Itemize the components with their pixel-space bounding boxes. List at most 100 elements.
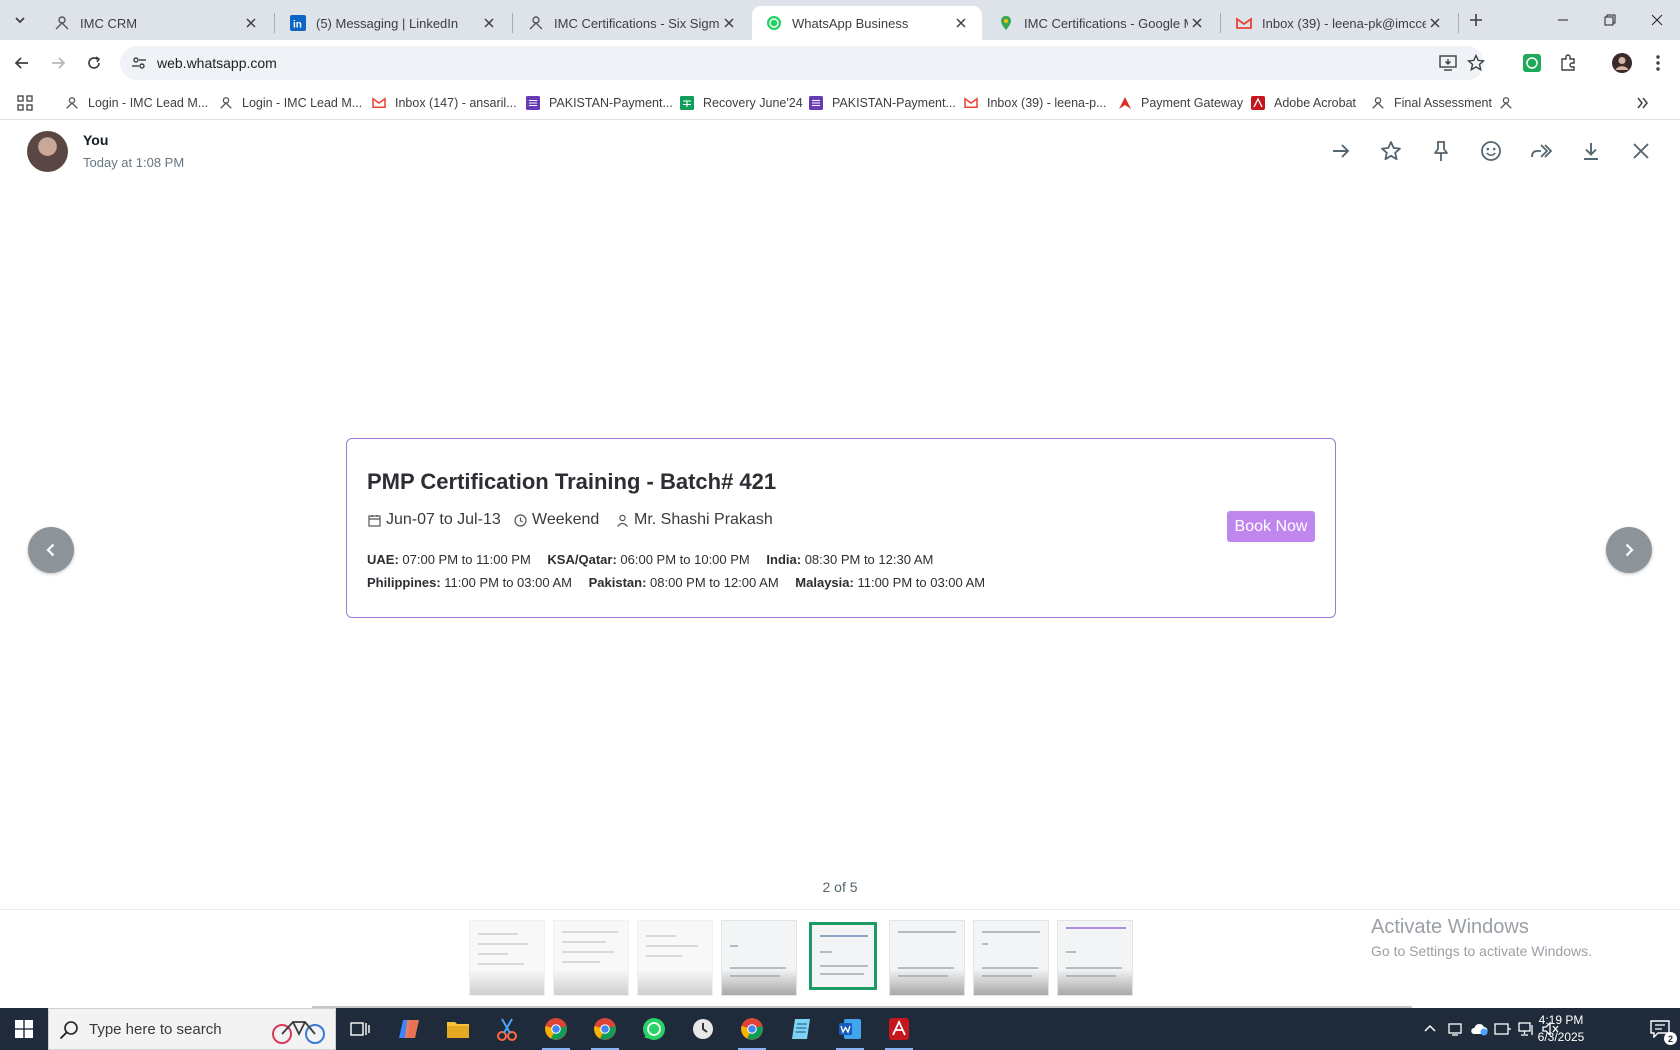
media-thumbnail[interactable] bbox=[721, 920, 797, 996]
copilot-icon[interactable] bbox=[385, 1008, 433, 1050]
bookmark-label: PAKISTAN-Payment... bbox=[832, 96, 956, 110]
bookmark-inbox-39[interactable]: Inbox (39) - leena-p... bbox=[963, 94, 1107, 112]
apps-grid-icon[interactable] bbox=[17, 94, 33, 112]
close-tab-icon[interactable] bbox=[242, 14, 260, 32]
tray-device-icon[interactable] bbox=[1445, 1019, 1465, 1039]
bookmark-label: Adobe Acrobat bbox=[1274, 96, 1357, 110]
onedrive-cloud-icon[interactable] bbox=[1469, 1019, 1489, 1039]
tray-network-status-icon[interactable] bbox=[1493, 1019, 1513, 1039]
media-thumbnail[interactable] bbox=[553, 920, 629, 996]
sender-avatar[interactable] bbox=[27, 131, 68, 172]
bookmark-label: Login - IMC Lead M... bbox=[88, 96, 209, 110]
bookmark-recovery-june[interactable]: Recovery June'24 bbox=[679, 94, 803, 112]
reload-icon[interactable] bbox=[78, 47, 110, 79]
address-bar[interactable]: web.whatsapp.com bbox=[120, 46, 1486, 80]
bicycle-icon bbox=[269, 1015, 329, 1045]
bookmark-star-icon[interactable] bbox=[1466, 53, 1486, 73]
install-app-icon[interactable] bbox=[1438, 53, 1458, 73]
previous-media-chevron-icon[interactable] bbox=[28, 527, 74, 573]
forward-message-icon[interactable] bbox=[1528, 138, 1554, 164]
bookmark-pakistan-payment-1[interactable]: PAKISTAN-Payment... bbox=[525, 94, 673, 112]
minimize-window-icon[interactable] bbox=[1540, 0, 1586, 40]
browser-menu-kebab-icon[interactable] bbox=[1646, 51, 1670, 75]
profile-avatar-icon[interactable] bbox=[1610, 51, 1634, 75]
taskbar-clock[interactable]: 4:19 PM 6/3/2025 bbox=[1526, 1012, 1596, 1046]
tab-gmail-inbox[interactable]: Inbox (39) - leena-pk@imccerti bbox=[1222, 6, 1456, 40]
more-bookmarks-chevron-icon[interactable] bbox=[1636, 94, 1650, 112]
training-card-image[interactable]: PMP Certification Training - Batch# 421 … bbox=[346, 438, 1336, 618]
star-message-icon[interactable] bbox=[1378, 138, 1404, 164]
word-taskbar-icon[interactable] bbox=[826, 1008, 874, 1050]
extensions-puzzle-icon[interactable] bbox=[1556, 51, 1580, 75]
gmail-favicon-icon bbox=[371, 95, 387, 111]
notification-center-icon[interactable]: 2 bbox=[1640, 1008, 1680, 1050]
imc-favicon-icon bbox=[528, 15, 544, 31]
snipping-tool-icon[interactable] bbox=[483, 1008, 531, 1050]
close-window-icon[interactable] bbox=[1634, 0, 1680, 40]
clock-date: 6/3/2025 bbox=[1537, 1030, 1585, 1044]
bookmark-label: Recovery June'24 bbox=[703, 96, 803, 110]
bookmark-imc-extra[interactable] bbox=[1498, 94, 1522, 112]
download-icon[interactable] bbox=[1578, 138, 1604, 164]
media-thumbnail[interactable] bbox=[637, 920, 713, 996]
acrobat-favicon-icon bbox=[1250, 95, 1266, 111]
close-viewer-icon[interactable] bbox=[1628, 138, 1654, 164]
browser-toolbar: web.whatsapp.com bbox=[0, 40, 1680, 86]
next-media-chevron-icon[interactable] bbox=[1606, 527, 1652, 573]
tab-linkedin[interactable]: in (5) Messaging | LinkedIn bbox=[276, 6, 510, 40]
tab-search-chevron-icon[interactable] bbox=[6, 8, 34, 32]
windows-start-icon[interactable] bbox=[0, 1008, 48, 1050]
clock-app-icon[interactable] bbox=[679, 1008, 727, 1050]
media-thumbnail-selected[interactable] bbox=[809, 922, 877, 990]
close-tab-icon[interactable] bbox=[1188, 14, 1206, 32]
site-info-tune-icon[interactable] bbox=[130, 54, 148, 72]
chrome-second-taskbar-icon[interactable] bbox=[728, 1008, 776, 1050]
activate-windows-subtitle: Go to Settings to activate Windows. bbox=[1371, 943, 1592, 959]
book-now-button[interactable]: Book Now bbox=[1227, 511, 1315, 542]
bookmark-adobe-acrobat[interactable]: Adobe Acrobat bbox=[1250, 94, 1356, 112]
notepad-icon[interactable] bbox=[777, 1008, 825, 1050]
media-thumbnail[interactable] bbox=[889, 920, 965, 996]
whatsapp-extension-icon[interactable] bbox=[1520, 51, 1544, 75]
new-tab-plus-icon[interactable] bbox=[1462, 8, 1490, 32]
taskbar-search-box[interactable]: Type here to search bbox=[48, 1008, 336, 1050]
chrome-taskbar-icon[interactable] bbox=[532, 1008, 580, 1050]
pin-message-icon[interactable] bbox=[1428, 138, 1454, 164]
bookmark-login-imc-lead-2[interactable]: Login - IMC Lead M... bbox=[218, 94, 362, 112]
chrome-profile-taskbar-icon[interactable] bbox=[581, 1008, 629, 1050]
acrobat-taskbar-icon[interactable] bbox=[875, 1008, 923, 1050]
bookmark-pakistan-payment-2[interactable]: PAKISTAN-Payment... bbox=[808, 94, 956, 112]
task-view-icon[interactable] bbox=[336, 1008, 384, 1050]
file-explorer-icon[interactable] bbox=[434, 1008, 482, 1050]
training-trainer-text: Mr. Shashi Prakash bbox=[634, 511, 773, 528]
bookmark-final-assessment[interactable]: Final Assessment bbox=[1370, 94, 1492, 112]
tab-title: (5) Messaging | LinkedIn bbox=[316, 15, 459, 31]
media-thumbnail[interactable] bbox=[973, 920, 1049, 996]
restore-window-icon[interactable] bbox=[1587, 0, 1633, 40]
whatsapp-taskbar-icon[interactable] bbox=[630, 1008, 678, 1050]
forward-arrow-icon[interactable] bbox=[42, 47, 74, 79]
taskbar-search-placeholder: Type here to search bbox=[89, 1021, 222, 1038]
react-emoji-icon[interactable] bbox=[1478, 138, 1504, 164]
bookmark-payment-gateway[interactable]: Payment Gateway bbox=[1117, 94, 1243, 112]
media-thumbnail[interactable] bbox=[469, 920, 545, 996]
bookmark-login-imc-lead-1[interactable]: Login - IMC Lead M... bbox=[64, 94, 208, 112]
close-tab-icon[interactable] bbox=[720, 14, 738, 32]
training-schedule-text: Weekend bbox=[532, 511, 600, 528]
close-tab-icon[interactable] bbox=[952, 14, 970, 32]
tab-six-sigma[interactable]: IMC Certifications - Six Sigma G bbox=[514, 6, 750, 40]
media-thumbnail[interactable] bbox=[1057, 920, 1133, 996]
gateway-favicon-icon bbox=[1117, 95, 1133, 111]
tray-overflow-chevron-icon[interactable] bbox=[1420, 1019, 1440, 1039]
close-tab-icon[interactable] bbox=[1426, 14, 1444, 32]
person-icon bbox=[615, 513, 629, 527]
tab-whatsapp-business[interactable]: WhatsApp Business bbox=[752, 6, 982, 40]
close-tab-icon[interactable] bbox=[480, 14, 498, 32]
training-title: PMP Certification Training - Batch# 421 bbox=[367, 469, 777, 494]
tab-imc-crm[interactable]: IMC CRM bbox=[40, 6, 272, 40]
go-to-message-arrow-icon[interactable] bbox=[1328, 138, 1354, 164]
back-arrow-icon[interactable] bbox=[6, 47, 38, 79]
url-text[interactable]: web.whatsapp.com bbox=[157, 55, 277, 71]
tab-google-maps[interactable]: IMC Certifications - Google Ma bbox=[984, 6, 1218, 40]
bookmark-inbox-147[interactable]: Inbox (147) - ansaril... bbox=[371, 94, 517, 112]
